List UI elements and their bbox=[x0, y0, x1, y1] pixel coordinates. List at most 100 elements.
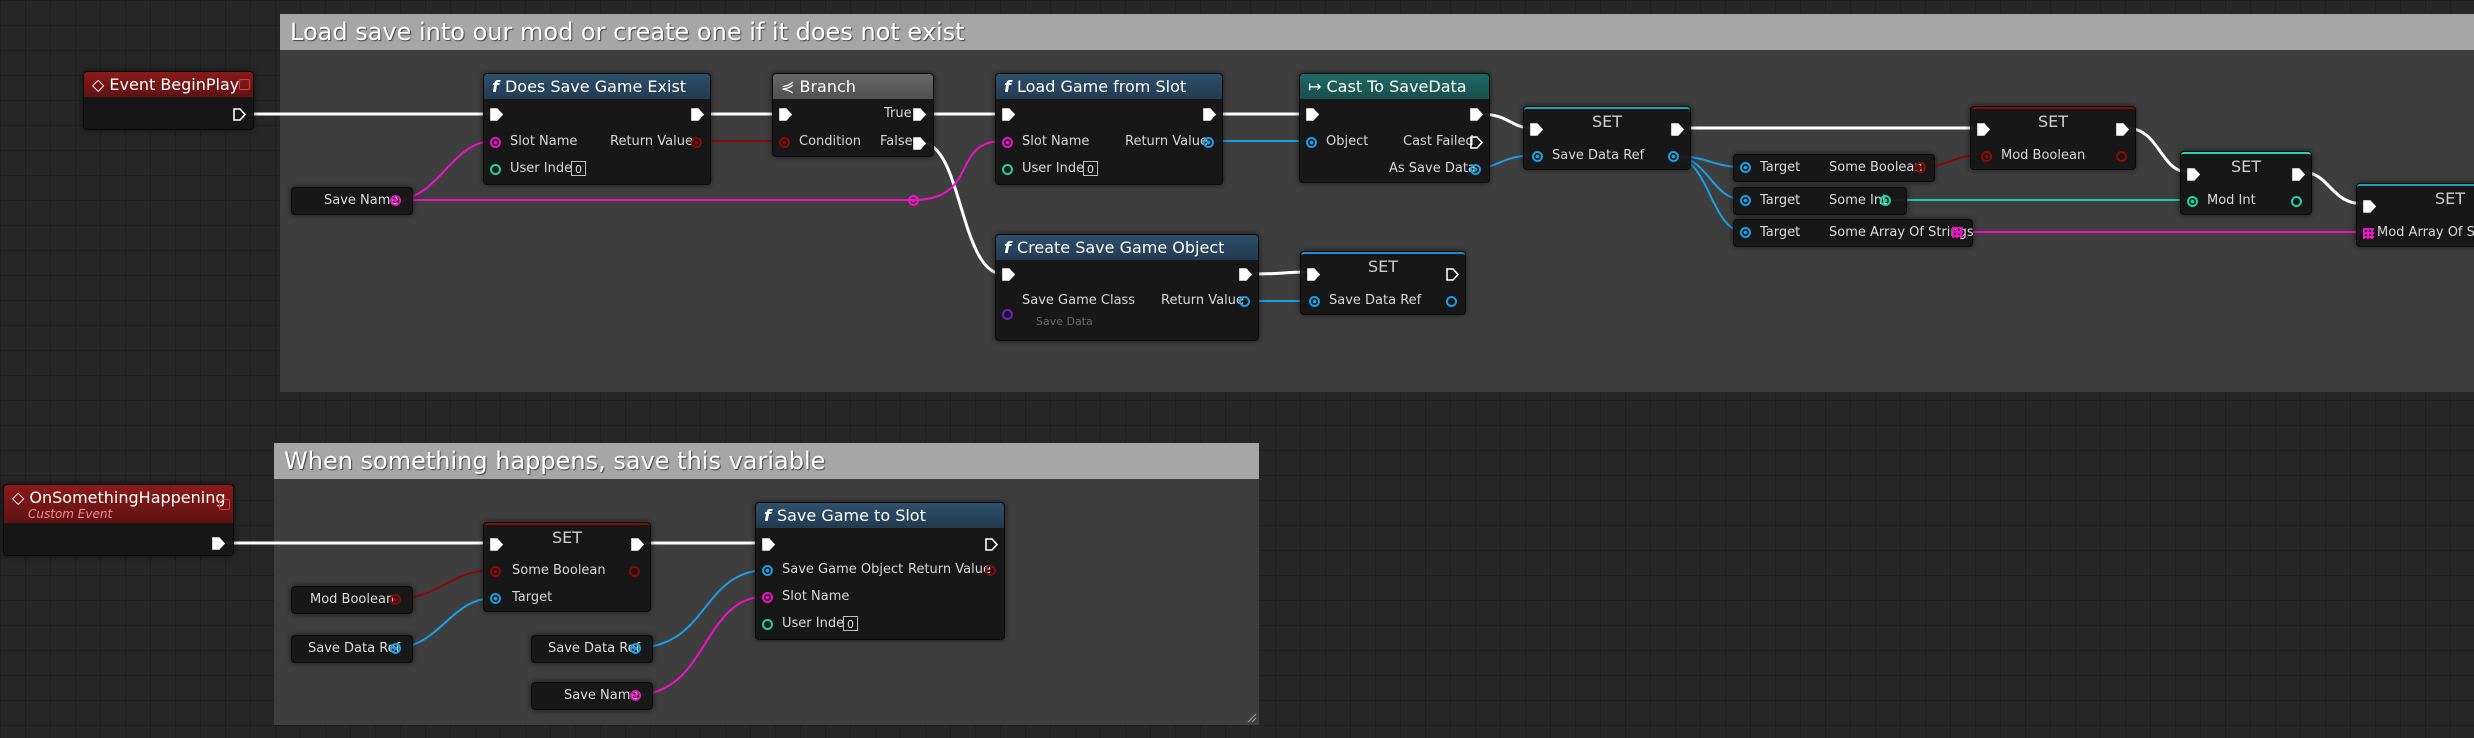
some-boolean-out-pin[interactable] bbox=[629, 566, 640, 577]
exec-out-pin[interactable] bbox=[631, 538, 644, 551]
event-beginplay-node[interactable]: ◇ Event BeginPlay bbox=[83, 71, 254, 130]
exec-in-pin[interactable] bbox=[2363, 200, 2376, 213]
set-mod-array-node[interactable]: SET Mod Array Of Strin bbox=[2356, 183, 2474, 247]
return-value-pin[interactable] bbox=[985, 565, 996, 576]
save-name-variable-2[interactable]: Save Name bbox=[531, 682, 653, 710]
user-index-input[interactable]: 0 bbox=[843, 616, 858, 631]
target-pin[interactable] bbox=[1740, 227, 1751, 238]
cast-to-savedata-node[interactable]: ↦ Cast To SaveData Object Cast Failed As… bbox=[1299, 73, 1490, 183]
save-data-ref-out-pin[interactable] bbox=[1446, 296, 1457, 307]
some-boolean-pin[interactable] bbox=[1915, 162, 1926, 173]
get-some-boolean-node[interactable]: Target Some Boolean bbox=[1733, 154, 1935, 182]
exec-out-pin[interactable] bbox=[1671, 123, 1684, 136]
save-data-ref-pin[interactable] bbox=[1309, 296, 1320, 307]
exec-in-pin[interactable] bbox=[762, 538, 775, 551]
slot-name-pin[interactable] bbox=[1002, 137, 1013, 148]
exec-in-pin[interactable] bbox=[779, 108, 792, 121]
save-game-object-pin[interactable] bbox=[762, 565, 773, 576]
mod-boolean-pin[interactable] bbox=[390, 594, 401, 605]
return-value-pin[interactable] bbox=[1203, 137, 1214, 148]
exec-in-pin[interactable] bbox=[1002, 268, 1015, 281]
mod-boolean-label: Mod Boolean bbox=[2001, 148, 2086, 163]
save-game-class-pin[interactable] bbox=[1002, 309, 1013, 320]
save-name-pin[interactable] bbox=[390, 195, 401, 206]
return-value-pin[interactable] bbox=[1239, 296, 1250, 307]
set-save-data-ref-node[interactable]: SET Save Data Ref bbox=[1523, 106, 1691, 170]
target-label: Target bbox=[1760, 193, 1801, 208]
mod-int-pin[interactable] bbox=[2187, 196, 2198, 207]
mod-int-out-pin[interactable] bbox=[2291, 196, 2302, 207]
exec-out-pin[interactable] bbox=[1239, 268, 1252, 281]
exec-in-pin[interactable] bbox=[1530, 123, 1543, 136]
delegate-pin[interactable] bbox=[239, 79, 250, 90]
delegate-pin[interactable] bbox=[219, 499, 230, 510]
set-some-boolean-node[interactable]: SET Some Boolean Target bbox=[483, 522, 651, 612]
exec-out-pin[interactable] bbox=[233, 108, 246, 121]
exec-out-pin[interactable] bbox=[212, 537, 225, 550]
user-index-pin[interactable] bbox=[1002, 164, 1013, 175]
exec-out-pin[interactable] bbox=[1470, 108, 1483, 121]
set-save-data-ref-node-2[interactable]: SET Save Data Ref bbox=[1300, 251, 1466, 315]
save-name-pin[interactable] bbox=[630, 690, 641, 701]
get-some-array-node[interactable]: Target Some Array Of Strings bbox=[1733, 219, 1974, 247]
cast-failed-exec-pin[interactable] bbox=[1470, 136, 1483, 149]
exec-out-pin[interactable] bbox=[985, 538, 998, 551]
set-mod-boolean-node[interactable]: SET Mod Boolean bbox=[1970, 106, 2136, 170]
mod-boolean-out-pin[interactable] bbox=[2116, 151, 2127, 162]
array-grid-icon[interactable] bbox=[1952, 227, 1963, 238]
array-grid-icon[interactable] bbox=[2363, 228, 2374, 239]
event-diamond-icon: ◇ bbox=[12, 488, 30, 507]
save-data-ref-pin[interactable] bbox=[630, 643, 641, 654]
save-data-ref-pin[interactable] bbox=[390, 643, 401, 654]
exec-out-pin[interactable] bbox=[2116, 123, 2129, 136]
false-exec-pin[interactable] bbox=[913, 137, 926, 150]
return-value-pin[interactable] bbox=[691, 137, 702, 148]
some-boolean-label: Some Boolean bbox=[1829, 160, 1923, 175]
reroute-node[interactable] bbox=[908, 195, 919, 206]
save-data-ref-variable[interactable]: Save Data Ref bbox=[291, 635, 413, 663]
user-index-input[interactable]: 0 bbox=[1083, 161, 1098, 176]
save-name-variable[interactable]: Save Name bbox=[291, 187, 413, 215]
does-save-game-exist-node[interactable]: f Does Save Game Exist Slot Name Return V… bbox=[483, 73, 711, 185]
mod-boolean-pin[interactable] bbox=[1981, 151, 1992, 162]
some-boolean-pin[interactable] bbox=[490, 566, 501, 577]
true-exec-pin[interactable] bbox=[913, 108, 926, 121]
save-game-to-slot-node[interactable]: f Save Game to Slot Save Game Object Retu… bbox=[755, 502, 1005, 640]
slot-name-pin[interactable] bbox=[490, 137, 501, 148]
save-data-ref-out-pin[interactable] bbox=[1668, 151, 1679, 162]
exec-in-pin[interactable] bbox=[490, 108, 503, 121]
load-game-from-slot-node[interactable]: f Load Game from Slot Slot Name Return Va… bbox=[995, 73, 1223, 185]
exec-in-pin[interactable] bbox=[1002, 108, 1015, 121]
blueprint-graph[interactable]: Load save into our mod or create one if … bbox=[0, 0, 2474, 738]
user-index-pin[interactable] bbox=[762, 619, 773, 630]
on-something-happening-node[interactable]: ◇ OnSomethingHappening Custom Event bbox=[3, 484, 234, 556]
exec-in-pin[interactable] bbox=[490, 538, 503, 551]
save-game-class-value[interactable]: Save Data bbox=[1036, 315, 1093, 328]
exec-in-pin[interactable] bbox=[2187, 168, 2200, 181]
user-index-input[interactable]: 0 bbox=[571, 161, 586, 176]
exec-in-pin[interactable] bbox=[1306, 108, 1319, 121]
set-mod-int-node[interactable]: SET Mod Int bbox=[2180, 151, 2312, 215]
target-pin[interactable] bbox=[490, 593, 501, 604]
get-some-int-node[interactable]: Target Some Int bbox=[1733, 187, 1907, 215]
exec-in-pin[interactable] bbox=[1307, 268, 1320, 281]
exec-out-pin[interactable] bbox=[1446, 268, 1459, 281]
slot-name-pin[interactable] bbox=[762, 592, 773, 603]
as-save-data-pin[interactable] bbox=[1470, 164, 1481, 175]
save-data-ref-variable-2[interactable]: Save Data Ref bbox=[531, 635, 653, 663]
exec-out-pin[interactable] bbox=[2292, 168, 2305, 181]
object-pin[interactable] bbox=[1306, 137, 1317, 148]
exec-out-pin[interactable] bbox=[691, 108, 704, 121]
condition-pin[interactable] bbox=[779, 137, 790, 148]
exec-out-pin[interactable] bbox=[1203, 108, 1216, 121]
user-index-pin[interactable] bbox=[490, 164, 501, 175]
user-index-label: User Index bbox=[782, 616, 852, 631]
mod-boolean-variable[interactable]: Mod Boolean bbox=[291, 586, 413, 614]
target-pin[interactable] bbox=[1740, 162, 1751, 173]
target-pin[interactable] bbox=[1740, 195, 1751, 206]
exec-in-pin[interactable] bbox=[1977, 123, 1990, 136]
create-save-game-object-node[interactable]: f Create Save Game Object Save Game Class… bbox=[995, 234, 1259, 341]
save-data-ref-pin[interactable] bbox=[1532, 151, 1543, 162]
some-int-pin[interactable] bbox=[1880, 195, 1891, 206]
branch-node[interactable]: ⋞ Branch True Condition False bbox=[772, 73, 934, 157]
